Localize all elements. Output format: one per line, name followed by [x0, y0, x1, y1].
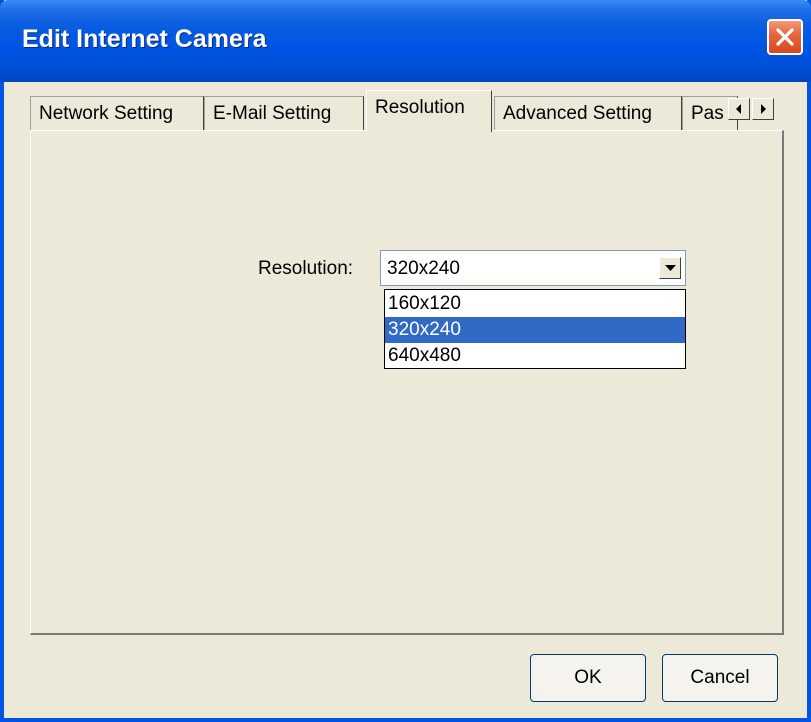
arrow-right-icon [761, 104, 766, 114]
close-icon [776, 28, 794, 46]
tab-label: Pas [691, 103, 724, 124]
option-320x240[interactable]: 320x240 [385, 317, 685, 343]
window-title: Edit Internet Camera [22, 25, 267, 53]
tab-scroll-right-button[interactable] [752, 98, 774, 120]
tab-label: E-Mail Setting [213, 103, 332, 124]
title-bar[interactable]: Edit Internet Camera [0, 0, 811, 82]
option-640x480[interactable]: 640x480 [385, 343, 685, 369]
option-160x120[interactable]: 160x120 [385, 291, 685, 317]
resolution-tab-panel [30, 130, 784, 635]
tab-advanced-setting[interactable]: Advanced Setting [494, 96, 682, 130]
tab-strip: Network Setting E-Mail Setting Resolutio… [30, 86, 790, 132]
tab-label: Advanced Setting [503, 103, 652, 124]
tab-label: Resolution [375, 97, 465, 118]
ok-button[interactable]: OK [530, 654, 646, 702]
tab-label: Network Setting [39, 103, 174, 124]
cancel-button[interactable]: Cancel [662, 654, 778, 702]
close-button[interactable] [767, 19, 803, 55]
resolution-dropdown-list: 160x120 320x240 640x480 [384, 289, 686, 369]
arrow-left-icon [736, 104, 741, 114]
tab-email-setting[interactable]: E-Mail Setting [204, 96, 364, 130]
tab-network-setting[interactable]: Network Setting [30, 96, 204, 130]
tab-scroll-left-button[interactable] [728, 98, 750, 120]
tab-resolution[interactable]: Resolution [366, 90, 492, 132]
